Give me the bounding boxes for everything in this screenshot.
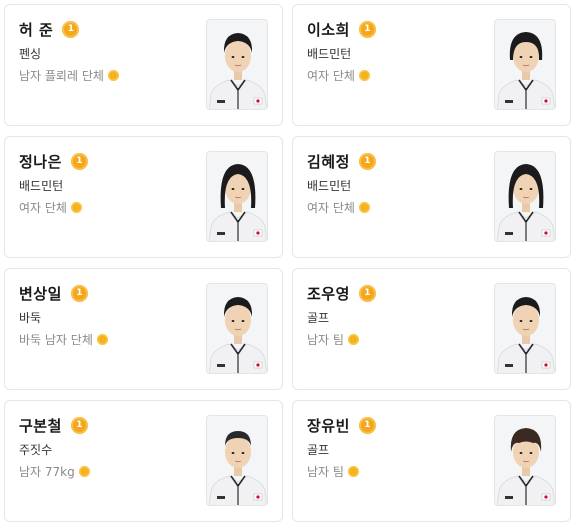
athlete-name: 정나은 (19, 153, 62, 171)
athlete-sport: 배드민턴 (19, 179, 64, 193)
athlete-event: 바둑 남자 단체 (19, 333, 93, 347)
athlete-event: 여자 단체 (19, 201, 67, 215)
medal-count: 1 (364, 156, 371, 166)
athlete-photo (494, 19, 556, 110)
athlete-card[interactable]: 조우영 1 골프 남자 팀 (292, 268, 571, 390)
medal-count: 1 (76, 156, 83, 166)
gold-medal-icon: 1 (70, 417, 88, 434)
event-row: 남자 77kg (19, 463, 90, 480)
event-row: 여자 단체 (307, 199, 370, 216)
athlete-card[interactable]: 김혜정 1 배드민턴 여자 단체 (292, 136, 571, 258)
gold-dot-icon (347, 466, 359, 477)
athlete-name: 허 준 (19, 21, 54, 39)
name-row: 변상일 1 (19, 283, 88, 304)
athlete-sport: 바둑 (19, 311, 42, 325)
event-row: 남자 플뢰레 단체 (19, 67, 119, 84)
athlete-photo (494, 151, 556, 242)
athlete-name: 변상일 (19, 285, 62, 303)
gold-medal-icon: 1 (62, 21, 80, 38)
athlete-name: 김혜정 (307, 153, 350, 171)
athlete-event: 남자 77kg (19, 465, 75, 479)
name-row: 장유빈 1 (307, 415, 376, 436)
athlete-photo (206, 283, 268, 374)
gold-dot-icon (96, 334, 108, 345)
medal-count: 1 (76, 420, 83, 430)
name-row: 조우영 1 (307, 283, 376, 304)
gold-dot-icon (107, 70, 119, 81)
gold-dot-icon (347, 334, 359, 345)
athlete-card[interactable]: 장유빈 1 골프 남자 팀 (292, 400, 571, 522)
athlete-photo (206, 151, 268, 242)
athlete-sport: 배드민턴 (307, 47, 352, 61)
event-row: 남자 팀 (307, 331, 359, 348)
athlete-sport: 배드민턴 (307, 179, 352, 193)
event-row: 바둑 남자 단체 (19, 331, 108, 348)
event-row: 남자 팀 (307, 463, 359, 480)
athlete-photo (494, 283, 556, 374)
athlete-event: 여자 단체 (307, 201, 355, 215)
gold-dot-icon (358, 70, 370, 81)
athlete-photo (494, 415, 556, 506)
name-row: 구본철 1 (19, 415, 88, 436)
medal-count: 1 (364, 288, 371, 298)
athlete-event: 남자 팀 (307, 333, 344, 347)
gold-medal-icon: 1 (358, 417, 376, 434)
athlete-card[interactable]: 변상일 1 바둑 바둑 남자 단체 (4, 268, 283, 390)
athlete-photo (206, 19, 268, 110)
medal-count: 1 (76, 288, 83, 298)
event-row: 여자 단체 (307, 67, 370, 84)
gold-dot-icon (358, 202, 370, 213)
athlete-photo (206, 415, 268, 506)
athlete-sport: 주짓수 (19, 443, 53, 457)
athlete-event: 남자 플뢰레 단체 (19, 69, 104, 83)
gold-medal-icon: 1 (70, 153, 88, 170)
medal-count: 1 (364, 420, 371, 430)
name-row: 이소희 1 (307, 19, 376, 40)
gold-medal-icon: 1 (358, 21, 376, 38)
athlete-name: 조우영 (307, 285, 350, 303)
athlete-card[interactable]: 정나은 1 배드민턴 여자 단체 (4, 136, 283, 258)
athlete-name: 이소희 (307, 21, 350, 39)
athlete-card[interactable]: 구본철 1 주짓수 남자 77kg (4, 400, 283, 522)
gold-medal-icon: 1 (358, 285, 376, 302)
athlete-event: 여자 단체 (307, 69, 355, 83)
athlete-sport: 골프 (307, 443, 330, 457)
medal-count: 1 (364, 24, 371, 34)
medal-count: 1 (67, 24, 74, 34)
athlete-event: 남자 팀 (307, 465, 344, 479)
athlete-name: 장유빈 (307, 417, 350, 435)
name-row: 정나은 1 (19, 151, 88, 172)
athlete-card[interactable]: 이소희 1 배드민턴 여자 단체 (292, 4, 571, 126)
event-row: 여자 단체 (19, 199, 82, 216)
name-row: 허 준 1 (19, 19, 80, 40)
athlete-card[interactable]: 허 준 1 펜싱 남자 플뢰레 단체 (4, 4, 283, 126)
gold-medal-icon: 1 (70, 285, 88, 302)
athlete-sport: 펜싱 (19, 47, 42, 61)
athlete-sport: 골프 (307, 311, 330, 325)
gold-dot-icon (70, 202, 82, 213)
gold-dot-icon (78, 466, 90, 477)
gold-medal-icon: 1 (358, 153, 376, 170)
name-row: 김혜정 1 (307, 151, 376, 172)
athlete-name: 구본철 (19, 417, 62, 435)
